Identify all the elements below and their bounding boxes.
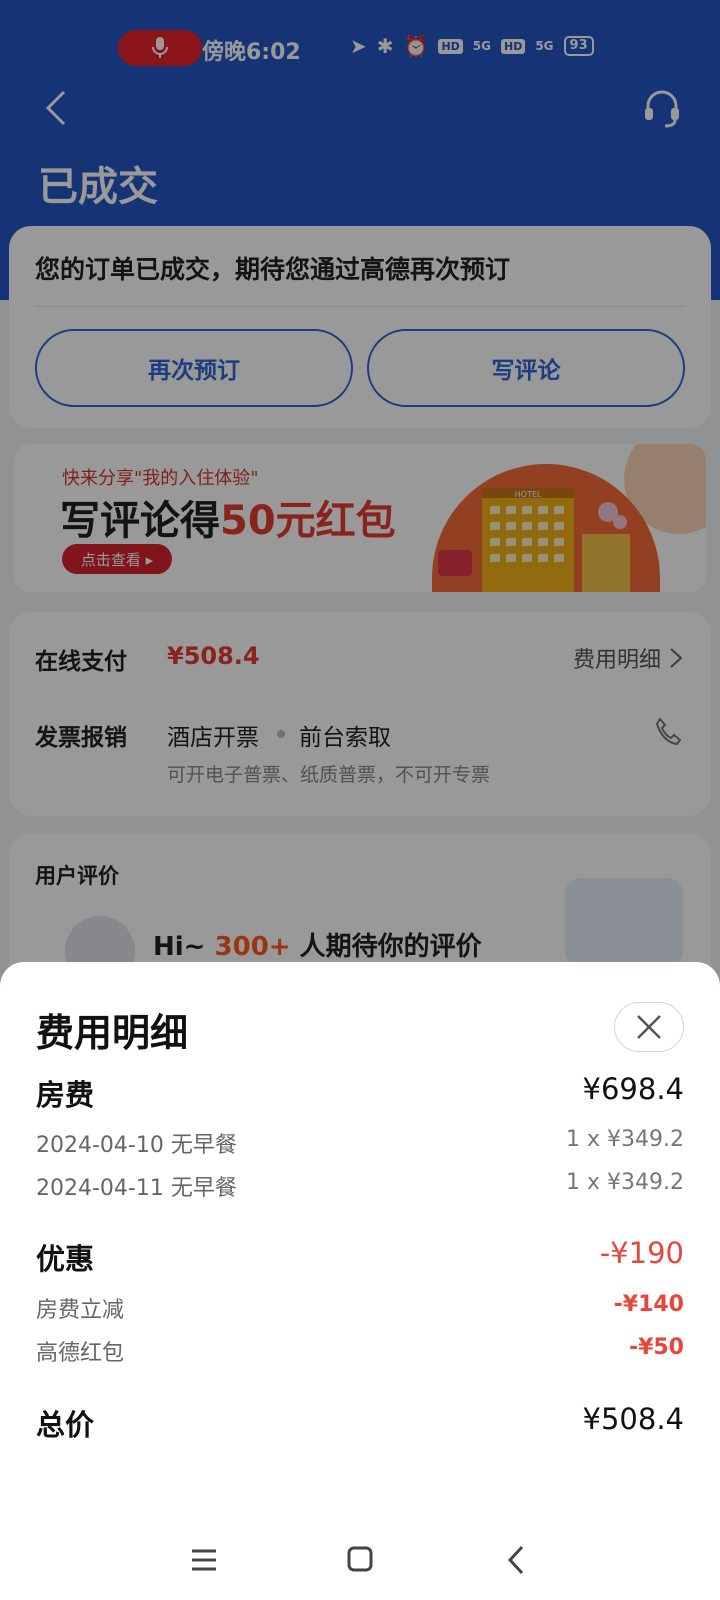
total-value: ¥508.4	[582, 1402, 684, 1436]
system-back-button[interactable]	[496, 1544, 536, 1576]
total-label: 总价	[36, 1408, 95, 1442]
recent-apps-button[interactable]	[184, 1544, 224, 1576]
discount-label: 优惠	[36, 1242, 95, 1276]
discount-item-1-name: 房费立减	[36, 1298, 125, 1323]
discount-item-1-amount: -¥140	[613, 1292, 684, 1317]
night-price-2: 1 x ¥349.2	[566, 1170, 684, 1195]
close-icon	[637, 1015, 661, 1039]
menu-icon	[192, 1549, 216, 1571]
discount-total: -¥190	[599, 1236, 684, 1270]
night-date-2: 2024-04-11 无早餐	[36, 1176, 237, 1201]
close-button[interactable]	[614, 1002, 684, 1052]
discount-item-2-amount: -¥50	[628, 1335, 684, 1360]
night-date-1: 2024-04-10 无早餐	[36, 1133, 237, 1158]
home-icon	[347, 1546, 373, 1572]
room-fee-label: 房费	[36, 1078, 95, 1112]
home-button[interactable]	[340, 1544, 380, 1576]
sheet-title: 费用明细	[36, 1011, 189, 1055]
room-fee-total: ¥698.4	[582, 1072, 684, 1106]
discount-item-2-name: 高德红包	[36, 1341, 125, 1366]
nav-back-icon	[507, 1545, 524, 1575]
fee-detail-sheet: 费用明细 房费 ¥698.4 2024-04-10 无早餐 1 x ¥349.2…	[0, 962, 720, 1600]
system-nav-bar	[0, 1530, 720, 1590]
night-price-1: 1 x ¥349.2	[566, 1127, 684, 1152]
